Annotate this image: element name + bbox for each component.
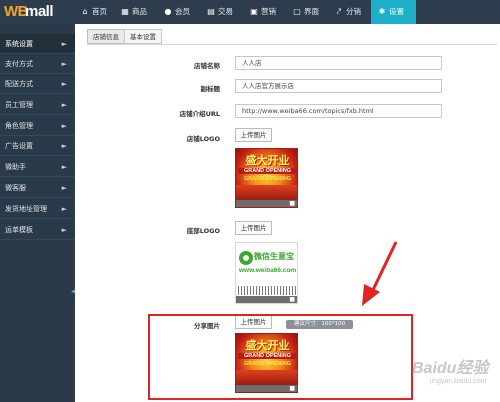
- watermark-text: Baidu经验: [412, 360, 489, 377]
- baidu-watermark: Baidu经验 jingyan.baidu.com: [400, 352, 496, 398]
- watermark-subtext: jingyan.baidu.com: [430, 378, 487, 385]
- annotation-arrow-icon: [362, 241, 398, 306]
